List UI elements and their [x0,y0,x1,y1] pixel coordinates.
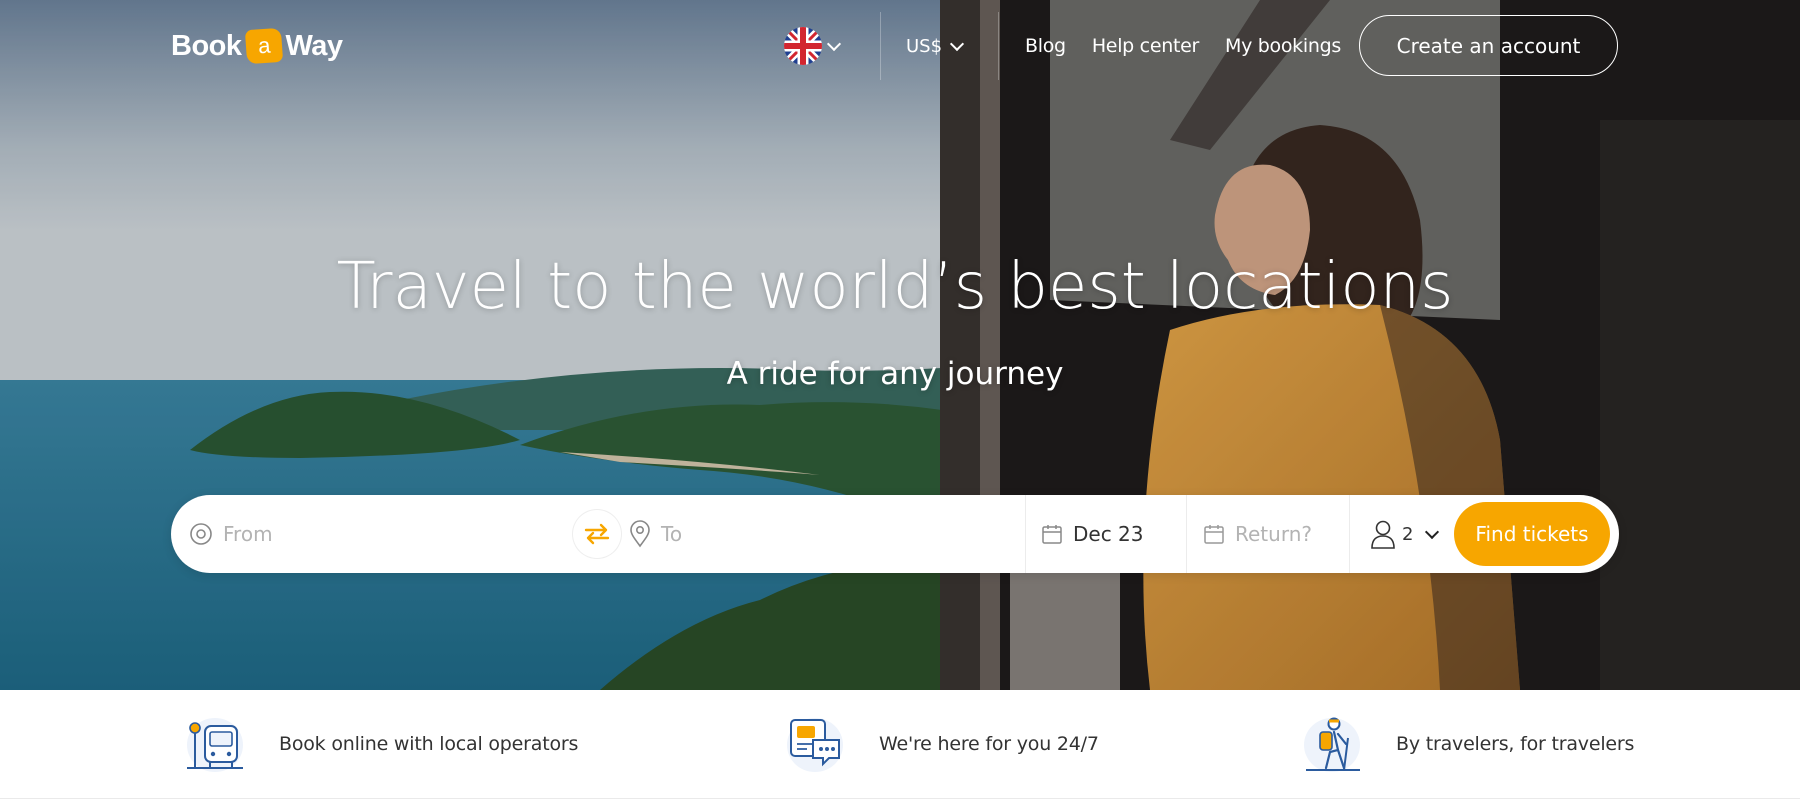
find-tickets-button[interactable]: Find tickets [1454,502,1610,566]
to-placeholder: To [661,522,683,546]
logo-text-book: Book [171,29,242,62]
map-pin-icon [630,520,650,548]
header-divider [880,12,881,80]
logo-text-way: Way [285,29,344,62]
currency-selector[interactable]: US$ [906,26,965,66]
logo[interactable]: Book a Way [171,26,343,66]
calendar-icon [1042,525,1062,544]
language-selector[interactable] [783,26,842,66]
swap-arrows-icon [584,523,610,545]
search-divider [1025,495,1026,573]
chevron-down-icon [949,36,965,51]
bus-stop-icon [183,712,247,776]
feature-text: By travelers, for travelers [1396,733,1635,755]
swap-button[interactable] [573,510,621,558]
hiker-icon [1300,712,1364,776]
from-placeholder: From [223,522,273,546]
depart-date-value: Dec 23 [1073,522,1144,546]
search-divider [1186,495,1187,573]
feature-text: We're here for you 24/7 [879,733,1099,755]
create-account-button[interactable]: Create an account [1359,15,1618,76]
passenger-count: 2 [1402,523,1414,545]
uk-flag-icon [784,27,822,65]
hero-title: Travel to the world’s best locations [336,250,1454,324]
header-divider [998,12,999,80]
search-bar: From To Dec 23 Return? 2 Find tickets [171,495,1619,573]
chevron-down-icon [1425,524,1440,539]
search-divider [1349,495,1350,573]
currency-label: US$ [906,35,943,57]
origin-target-icon [190,523,212,545]
nav-links: Blog Help center My bookings [1025,26,1341,66]
passenger-selector[interactable]: 2 [1370,495,1440,573]
features-strip: Book online with local operators We're h… [0,690,1800,799]
chat-support-icon [783,712,847,776]
feature-text: Book online with local operators [279,733,579,755]
person-icon [1371,520,1395,549]
feature-item: Book online with local operators [183,690,578,798]
nav-link-blog[interactable]: Blog [1025,35,1066,57]
nav-link-my-bookings[interactable]: My bookings [1225,35,1341,57]
feature-item: By travelers, for travelers [1300,690,1634,798]
from-field[interactable]: From [189,495,569,573]
hero-banner [0,0,1800,690]
nav-link-help-center[interactable]: Help center [1092,35,1199,57]
return-placeholder: Return? [1235,522,1312,546]
chevron-down-icon [826,36,842,51]
hero-overlay [0,0,1800,690]
calendar-icon [1204,525,1224,544]
feature-item: We're here for you 24/7 [783,690,1099,798]
logo-badge: a [244,27,283,65]
return-date-field[interactable]: Return? [1203,495,1312,573]
depart-date-field[interactable]: Dec 23 [1041,495,1144,573]
hero-subtitle: A ride for any journey [726,356,1064,392]
